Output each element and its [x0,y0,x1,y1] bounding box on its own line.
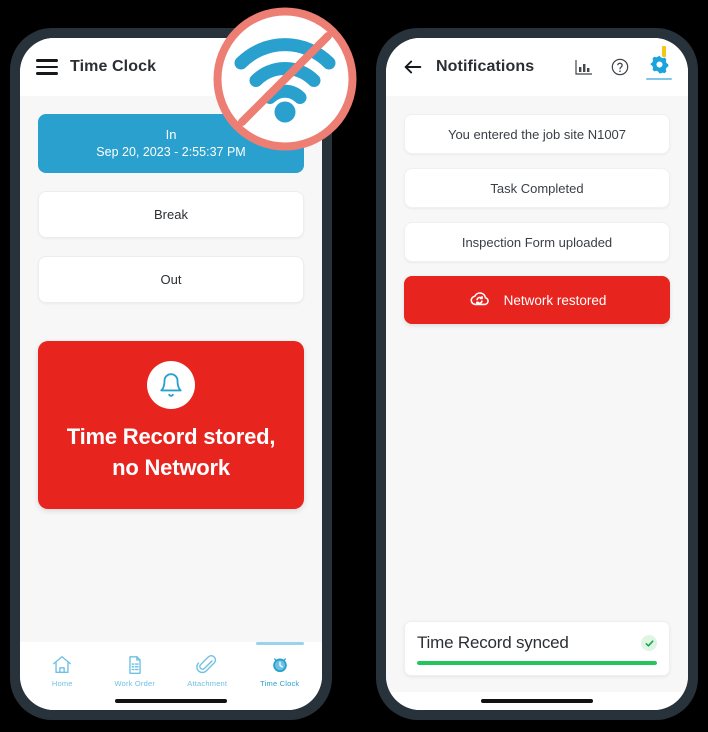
check-circle-icon [641,635,657,651]
hamburger-menu-icon[interactable] [36,59,58,75]
notification-text: Network restored [503,292,607,308]
nav-active-indicator [255,642,304,645]
right-appbar: Notifications [386,38,688,96]
nav-label-work-order: Work Order [114,679,156,688]
notification-item[interactable]: You entered the job site N1007 [404,114,670,154]
screenshot-stage: Time Clock In Sep 20, 2023 - 2:55:37 PM … [0,0,708,732]
right-screen-body: You entered the job site N1007 Task Comp… [386,96,688,692]
notification-text: Task Completed [490,180,584,196]
notification-item[interactable]: Task Completed [404,168,670,208]
home-bar[interactable] [481,699,593,703]
nav-label-attachment: Attachment [187,679,228,688]
phone-right: Notifications You entered the job site N… [376,28,698,720]
left-body-spacer [38,509,304,642]
offline-alert-card: Time Record stored, no Network [38,341,304,509]
notification-text: You entered the job site N1007 [447,126,627,142]
nav-item-time-clock[interactable]: Time Clock [244,642,317,692]
sync-status-card: Time Record synced [404,621,670,676]
nav-label-time-clock: Time Clock [260,679,300,688]
nav-item-work-order[interactable]: Work Order [99,649,172,692]
sync-status-text: Time Record synced [417,633,569,652]
help-circle-icon[interactable] [610,57,630,77]
notification-dot-icon [662,46,666,57]
notification-text: Inspection Form uploaded [461,234,613,250]
nav-item-attachment[interactable]: Attachment [171,649,244,692]
gear-icon[interactable] [646,54,672,81]
home-indicator-left [20,692,322,710]
gear-active-indicator [646,77,672,81]
bar-chart-icon[interactable] [574,57,594,77]
paperclip-icon [196,655,217,674]
out-button[interactable]: Out [38,256,304,303]
nav-label-home: Home [51,679,73,688]
page-title: Time Clock [70,58,157,75]
cloud-sync-icon [470,292,489,306]
home-icon [53,656,72,674]
home-indicator-right [386,692,688,710]
bottom-navigation: Home Work Order Attachment Time Clock [20,642,322,692]
sync-progress-track [417,661,657,665]
home-bar[interactable] [115,699,227,703]
alert-line-2: no Network [112,455,230,480]
sync-status-row: Time Record synced [417,633,657,653]
clock-icon [272,658,287,673]
no-wifi-icon [208,2,362,156]
sync-progress-fill [417,661,657,665]
page-title: Notifications [436,58,535,75]
document-list-icon [129,656,141,674]
left-screen-body: In Sep 20, 2023 - 2:55:37 PM Break Out T… [20,96,322,642]
notification-item-network-restored[interactable]: Network restored [404,276,670,324]
alert-line-1: Time Record stored, [66,424,276,449]
right-body-spacer [404,338,670,621]
nav-item-home[interactable]: Home [26,649,99,692]
right-appbar-actions [574,54,672,81]
back-arrow-icon[interactable] [402,56,424,78]
notification-item[interactable]: Inspection Form uploaded [404,222,670,262]
phone-right-screen: Notifications You entered the job site N… [386,38,688,710]
bell-icon [147,361,195,409]
break-button[interactable]: Break [38,191,304,238]
